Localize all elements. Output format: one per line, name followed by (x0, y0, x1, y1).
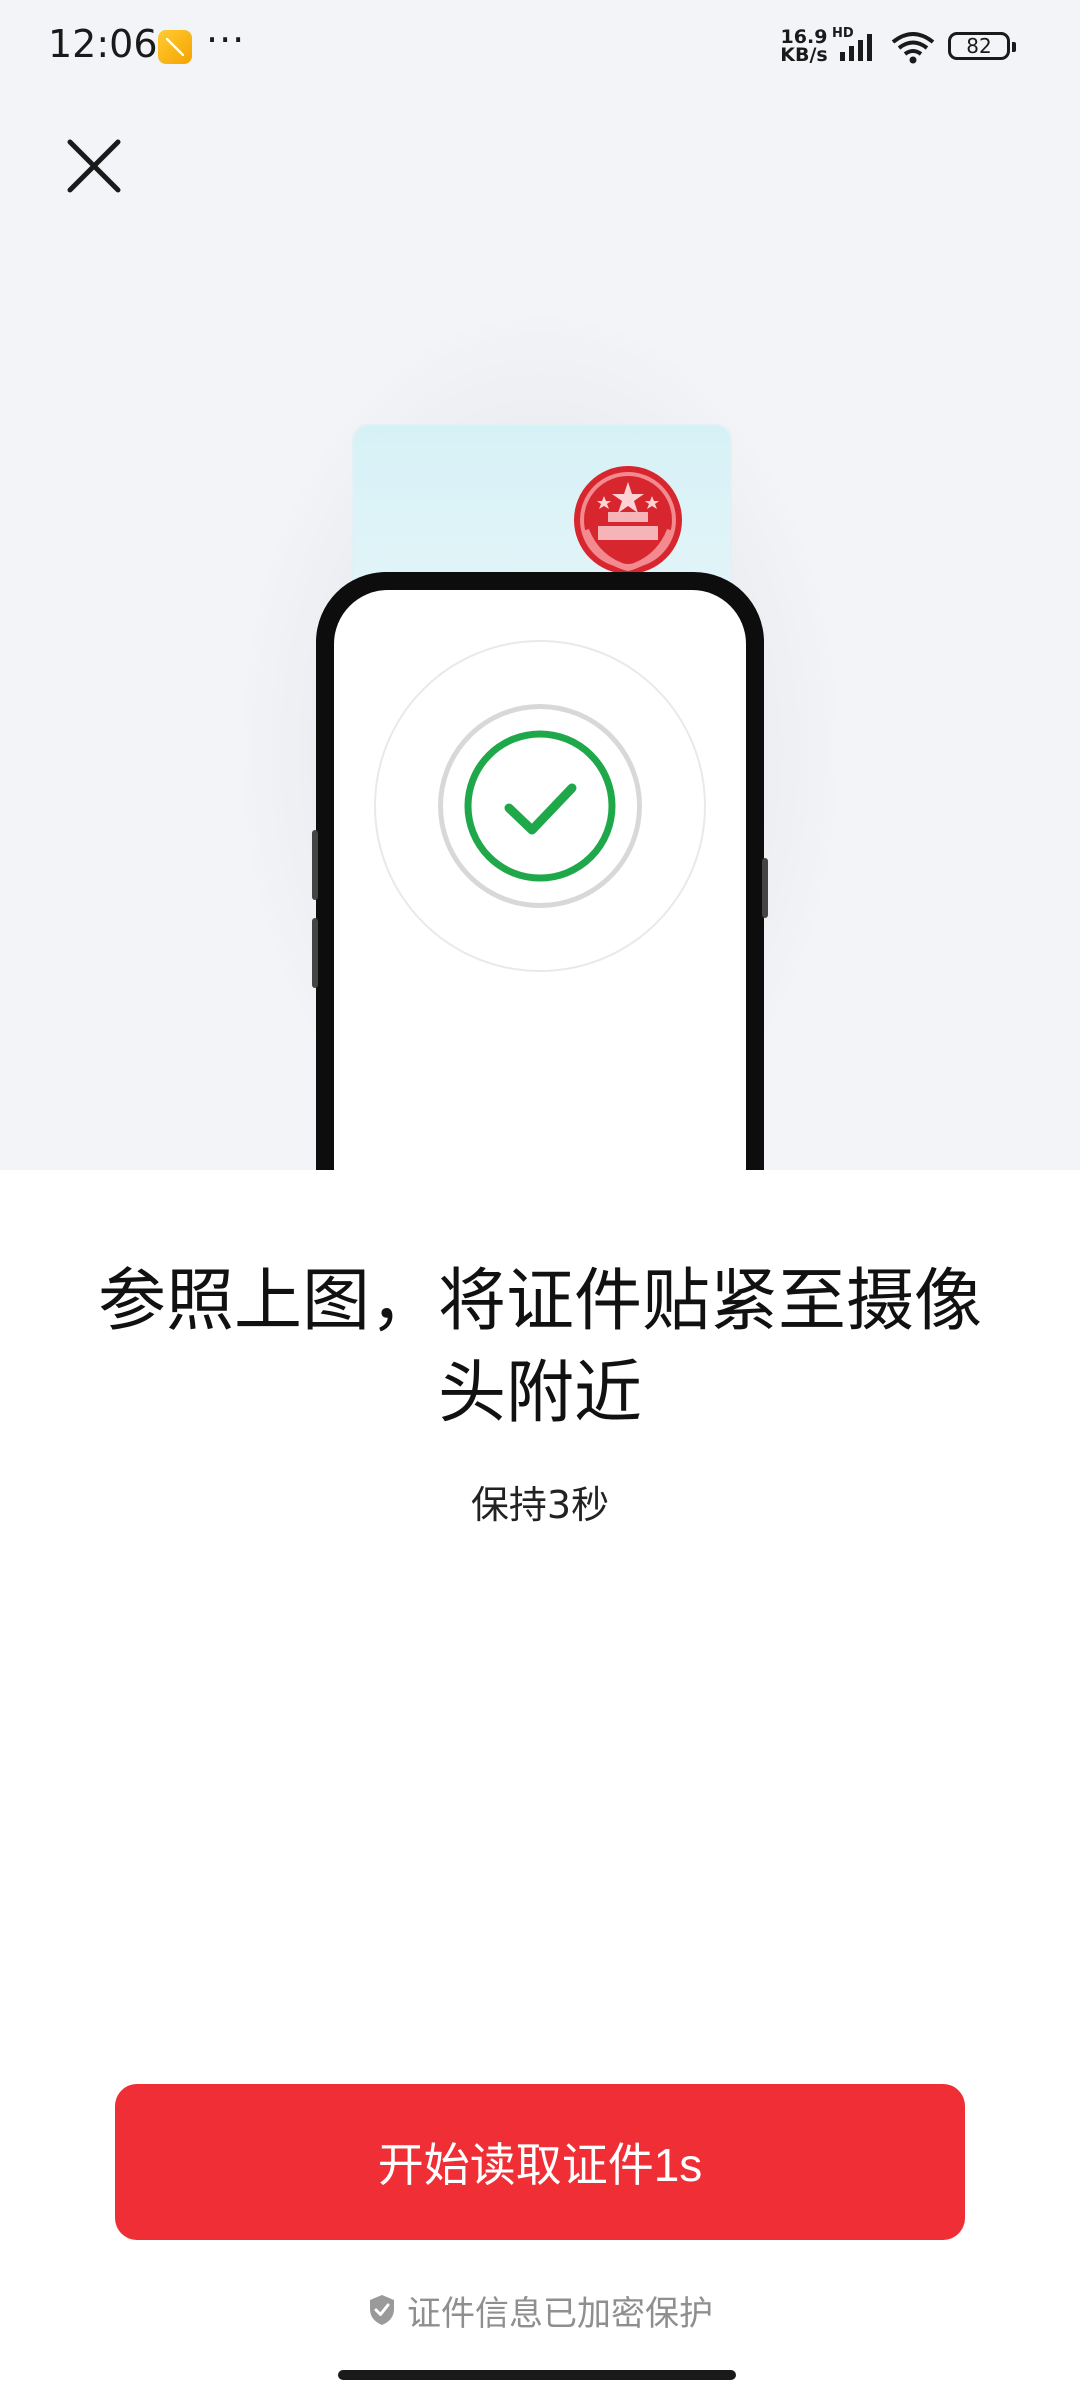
privacy-note: 证件信息已加密保护 (0, 2286, 1080, 2334)
illustration-area (0, 0, 1080, 1170)
network-speed: 16.9 KB/s (774, 28, 834, 66)
status-time: 12:06 (48, 22, 158, 66)
cell-signal-icon (840, 34, 872, 61)
phone-side-button (312, 918, 318, 988)
hold-duration-hint: 保持3秒 (470, 1483, 610, 1527)
start-reading-button-label: 开始读取证件1s (377, 2139, 703, 2191)
start-reading-button[interactable]: 开始读取证件1s (115, 2084, 965, 2240)
network-speed-unit: KB/s (780, 44, 828, 66)
privacy-note-text: 证件信息已加密保护 (407, 2293, 713, 2334)
instruction-title: 参照上图，将证件贴紧至摄像头附近 (97, 1262, 982, 1433)
battery-level: 82 (966, 34, 992, 58)
check-circle-icon (464, 730, 616, 882)
home-indicator[interactable] (338, 2370, 736, 2380)
shield-check-icon (370, 2295, 394, 2325)
notes-app-icon (158, 30, 192, 64)
phone-side-button (312, 830, 318, 900)
phone-side-button (762, 858, 768, 918)
status-bar: 12:06 ··· 16.9 KB/s HD 82 (0, 0, 1080, 92)
battery-icon: 82 (948, 32, 1016, 60)
wifi-icon (891, 32, 935, 64)
close-icon[interactable] (60, 132, 128, 200)
more-notifications-icon: ··· (206, 18, 246, 62)
national-emblem-icon (574, 466, 682, 574)
